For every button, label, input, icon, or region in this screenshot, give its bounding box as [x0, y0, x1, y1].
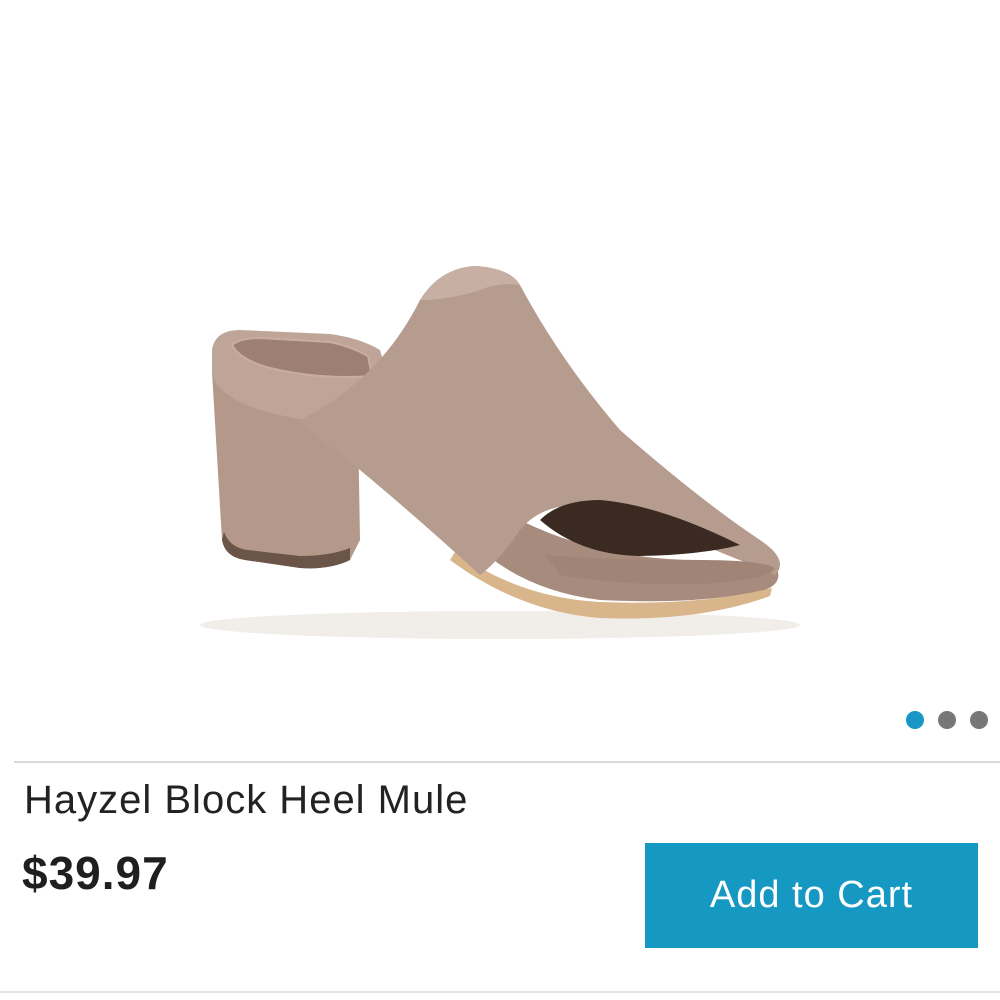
bottom-divider	[0, 991, 1000, 993]
product-image	[200, 266, 800, 639]
carousel-dot[interactable]	[938, 711, 956, 729]
carousel-dot[interactable]	[970, 711, 988, 729]
divider	[14, 761, 1000, 763]
product-price: $39.97	[22, 847, 169, 899]
carousel-dots	[906, 711, 988, 729]
add-to-cart-button[interactable]: Add to Cart	[645, 843, 978, 948]
carousel-dot-active[interactable]	[906, 711, 924, 729]
product-image-carousel[interactable]	[0, 0, 1000, 750]
product-title: Hayzel Block Heel Mule	[24, 778, 469, 822]
